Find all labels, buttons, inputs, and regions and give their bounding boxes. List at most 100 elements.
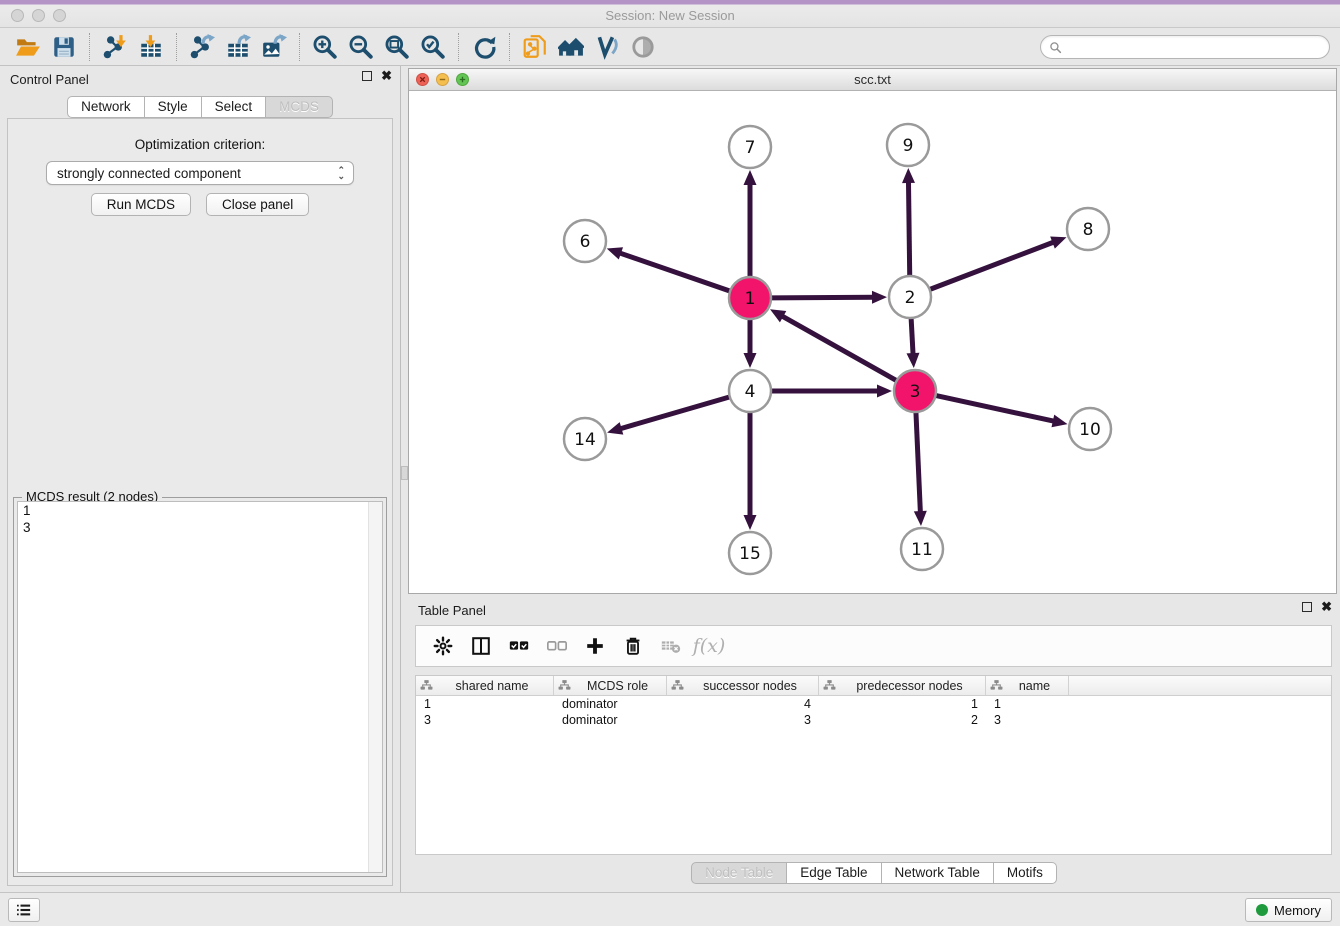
network-graph[interactable]: 1234678910111415	[409, 91, 1336, 593]
apply-style-button[interactable]	[589, 31, 625, 63]
titlebar: Session: New Session	[0, 0, 1340, 28]
control-panel-header: Control Panel ✖	[0, 66, 400, 92]
edge-3-1[interactable]	[780, 315, 896, 381]
node-label-4: 4	[745, 382, 756, 402]
memory-status-dot	[1256, 904, 1268, 916]
arrowhead-2-8	[1050, 236, 1066, 248]
columns-button[interactable]	[464, 631, 498, 661]
run-mcds-button[interactable]: Run MCDS	[91, 193, 191, 216]
export-image-button[interactable]	[256, 31, 292, 63]
result-scrollbar[interactable]	[368, 502, 382, 872]
node-table[interactable]: shared nameMCDS rolesuccessor nodesprede…	[415, 675, 1332, 855]
tab-style[interactable]: Style	[144, 96, 202, 118]
float-table-panel-icon[interactable]	[1302, 602, 1312, 612]
show-graphics-details-button[interactable]	[625, 31, 661, 63]
table-panel-title: Table Panel	[418, 603, 486, 618]
criterion-select[interactable]: strongly connected component ⌃⌄	[46, 161, 354, 185]
tab-network-table[interactable]: Network Table	[881, 862, 994, 884]
table-row[interactable]: 1dominator411	[416, 696, 1331, 712]
arrowhead-3-11	[914, 511, 927, 526]
node-label-8: 8	[1083, 220, 1094, 240]
settings-button[interactable]	[426, 631, 460, 661]
mcds-result-list[interactable]: 13	[17, 501, 383, 873]
edge-1-2[interactable]	[771, 297, 875, 298]
import-network-button[interactable]	[97, 31, 133, 63]
zoom-in-icon	[312, 34, 338, 60]
float-panel-icon[interactable]	[362, 71, 372, 81]
zoom-fit-button[interactable]	[379, 31, 415, 63]
column-header-MCDS-role[interactable]: MCDS role	[554, 676, 667, 695]
tab-select[interactable]: Select	[201, 96, 267, 118]
task-history-button[interactable]	[8, 898, 40, 922]
edge-3-11[interactable]	[916, 412, 921, 514]
tab-motifs[interactable]: Motifs	[993, 862, 1057, 884]
delete-column-icon	[622, 635, 644, 657]
save-session-button[interactable]	[46, 31, 82, 63]
network-canvas[interactable]: 1234678910111415	[409, 91, 1336, 593]
delete-table-icon	[660, 635, 682, 657]
list-icon	[16, 903, 32, 917]
refresh-layout-icon	[471, 34, 497, 60]
table-cell: 2	[819, 712, 986, 728]
edge-2-3[interactable]	[911, 318, 913, 356]
search-field[interactable]	[1040, 35, 1330, 59]
delete-column-button[interactable]	[616, 631, 650, 661]
zoom-selected-icon	[420, 34, 446, 60]
close-panel-icon[interactable]: ✖	[381, 71, 392, 81]
export-image-icon	[261, 34, 287, 60]
edge-4-14[interactable]	[619, 397, 730, 429]
mcds-result-item[interactable]: 1	[18, 502, 382, 519]
table-cell: 1	[819, 696, 986, 712]
select-all-button[interactable]	[502, 631, 536, 661]
zoom-selected-button[interactable]	[415, 31, 451, 63]
edge-2-8[interactable]	[930, 241, 1056, 289]
toolbar-separator	[176, 33, 177, 61]
export-table-button[interactable]	[220, 31, 256, 63]
table-cell: 3	[986, 712, 1069, 728]
open-session-button[interactable]	[10, 31, 46, 63]
import-table-button[interactable]	[133, 31, 169, 63]
tab-network[interactable]: Network	[67, 96, 145, 118]
table-cell: 1	[416, 696, 554, 712]
tab-mcds[interactable]: MCDS	[265, 96, 333, 118]
edge-2-9[interactable]	[908, 180, 909, 276]
refresh-layout-button[interactable]	[466, 31, 502, 63]
function-builder-icon: f(x)	[693, 635, 726, 657]
edge-1-6[interactable]	[618, 252, 730, 291]
unselect-all-icon	[546, 635, 568, 657]
panel-splitter-handle[interactable]	[401, 466, 408, 480]
toolbar-separator	[299, 33, 300, 61]
export-network-button[interactable]	[184, 31, 220, 63]
zoom-out-button[interactable]	[343, 31, 379, 63]
toolbar-separator	[509, 33, 510, 61]
mcds-result-item[interactable]: 3	[18, 519, 382, 536]
close-table-panel-icon[interactable]: ✖	[1321, 602, 1332, 612]
open-session-icon	[15, 34, 41, 60]
first-neighbors-button[interactable]	[553, 31, 589, 63]
add-column-button[interactable]	[578, 631, 612, 661]
column-header-predecessor-nodes[interactable]: predecessor nodes	[819, 676, 986, 695]
column-type-icon	[823, 679, 836, 692]
column-header-successor-nodes[interactable]: successor nodes	[667, 676, 819, 695]
memory-button[interactable]: Memory	[1245, 898, 1332, 922]
table-cell: 1	[986, 696, 1069, 712]
application-window: Session: New Session Control Panel ✖ Net…	[0, 0, 1340, 926]
column-header-shared-name[interactable]: shared name	[416, 676, 554, 695]
workspace: scc.txt 1234678910111415 Table Panel ✖ f…	[408, 66, 1340, 892]
new-network-from-file-button[interactable]	[517, 31, 553, 63]
column-type-icon	[558, 679, 571, 692]
edge-3-10[interactable]	[936, 395, 1056, 421]
node-label-3: 3	[910, 382, 921, 402]
table-row[interactable]: 3dominator323	[416, 712, 1331, 728]
close-panel-button[interactable]: Close panel	[206, 193, 309, 216]
column-header-name[interactable]: name	[986, 676, 1069, 695]
import-network-icon	[102, 34, 128, 60]
zoom-in-button[interactable]	[307, 31, 343, 63]
tab-node-table[interactable]: Node Table	[691, 862, 787, 884]
tab-edge-table[interactable]: Edge Table	[786, 862, 881, 884]
unselect-all-button[interactable]	[540, 631, 574, 661]
mcds-result-group: MCDS result (2 nodes) 13	[13, 497, 387, 877]
search-input[interactable]	[1068, 40, 1321, 55]
toolbar-separator	[89, 33, 90, 61]
mcds-panel: Optimization criterion: strongly connect…	[7, 118, 393, 886]
